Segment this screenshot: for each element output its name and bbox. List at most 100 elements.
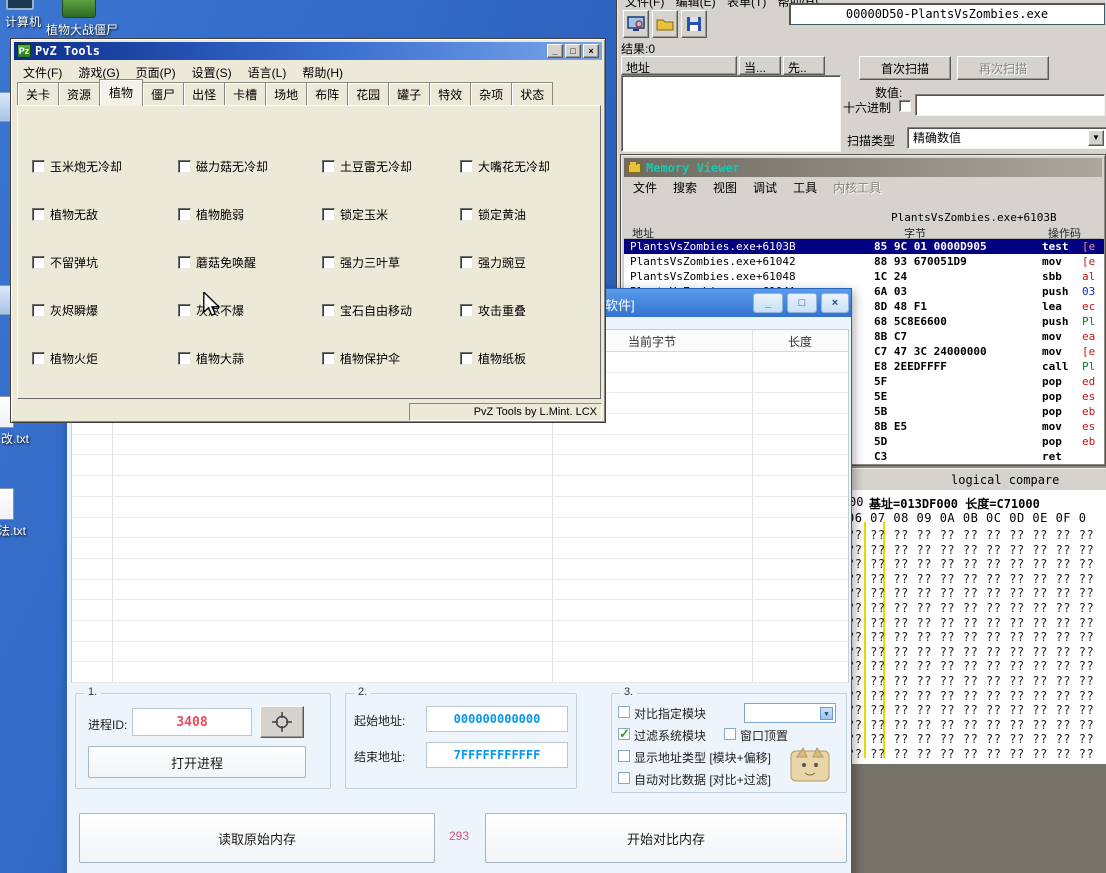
pvz-tab[interactable]: 特效 — [429, 82, 471, 106]
pid-value[interactable]: 3408 — [132, 708, 252, 736]
pvz-titlebar[interactable]: Pz PvZ Tools _ □ × — [14, 42, 602, 60]
computer-icon[interactable] — [6, 0, 34, 10]
checkbox[interactable] — [32, 160, 45, 173]
chevron-down-icon[interactable]: ▼ — [1088, 130, 1104, 146]
save-button[interactable] — [681, 10, 707, 38]
col-length[interactable]: 长度 — [752, 333, 848, 350]
mv-menu-item[interactable]: 工具 — [785, 177, 825, 198]
pvz-option[interactable]: 植物保护伞 — [322, 350, 460, 367]
hex-row[interactable]: ?? ?? ?? ?? ?? ?? ?? ?? ?? ?? ?? — [847, 674, 1094, 689]
filter-system-checkbox[interactable]: ✓ — [618, 728, 630, 740]
scan-type-combo[interactable]: 精确数值 ▼ — [907, 127, 1106, 149]
pvz-option[interactable]: 灰烬不爆 — [178, 302, 322, 319]
hex-row[interactable]: ?? ?? ?? ?? ?? ?? ?? ?? ?? ?? ?? — [847, 616, 1094, 631]
pvz-tab[interactable]: 布阵 — [306, 82, 348, 106]
pvz-menu-item[interactable]: 设置(S) — [184, 62, 240, 83]
maximize-button[interactable]: □ — [565, 44, 581, 58]
pvz-option[interactable]: 大嘴花无冷却 — [460, 158, 596, 175]
next-scan-button[interactable]: 再次扫描 — [957, 56, 1049, 80]
compare-module-checkbox[interactable] — [618, 706, 630, 718]
hex-row[interactable]: ?? ?? ?? ?? ?? ?? ?? ?? ?? ?? ?? — [847, 659, 1094, 674]
checkbox[interactable] — [178, 304, 191, 317]
pvz-tab[interactable]: 出怪 — [183, 82, 225, 106]
checkbox[interactable] — [32, 256, 45, 269]
read-memory-button[interactable]: 读取原始内存 — [79, 813, 435, 863]
pvz-tab[interactable]: 场地 — [265, 82, 307, 106]
chevron-down-icon[interactable]: ▼ — [820, 707, 833, 720]
desktop-icon-label[interactable]: 改.txt — [0, 430, 36, 447]
pvz-option[interactable]: 锁定黄油 — [460, 206, 596, 223]
checkbox[interactable] — [322, 352, 335, 365]
pvz-tab[interactable]: 僵尸 — [142, 82, 184, 106]
desktop-icon-label[interactable]: 法.txt — [0, 522, 32, 539]
pvz-option[interactable]: 蘑菇免唤醒 — [178, 254, 322, 271]
hex-row[interactable]: ?? ?? ?? ?? ?? ?? ?? ?? ?? ?? ?? — [847, 543, 1094, 558]
checkbox[interactable] — [178, 160, 191, 173]
table-row[interactable] — [72, 580, 848, 601]
hex-row[interactable]: ?? ?? ?? ?? ?? ?? ?? ?? ?? ?? ?? — [847, 747, 1094, 762]
text-file-icon[interactable] — [0, 488, 14, 520]
pvz-option[interactable]: 锁定玉米 — [322, 206, 460, 223]
hex-row[interactable]: ?? ?? ?? ?? ?? ?? ?? ?? ?? ?? ?? — [847, 732, 1094, 747]
mv-menu-item[interactable]: 视图 — [705, 177, 745, 198]
pvz-tab[interactable]: 资源 — [58, 82, 100, 106]
address-type-checkbox[interactable] — [618, 750, 630, 762]
hex-row[interactable]: ?? ?? ?? ?? ?? ?? ?? ?? ?? ?? ?? — [847, 689, 1094, 704]
column-header-current[interactable]: 当... — [739, 56, 781, 75]
value-input[interactable] — [915, 94, 1105, 116]
checkbox[interactable] — [322, 160, 335, 173]
hex-row[interactable]: ?? ?? ?? ?? ?? ?? ?? ?? ?? ?? ?? — [847, 601, 1094, 616]
pvz-option[interactable]: 强力豌豆 — [460, 254, 596, 271]
checkbox[interactable] — [178, 352, 191, 365]
close-button[interactable]: × — [583, 44, 599, 58]
minimize-button[interactable]: _ — [753, 293, 783, 313]
start-address-value[interactable]: 000000000000 — [426, 706, 568, 732]
pvz-option[interactable]: 磁力菇无冷却 — [178, 158, 322, 175]
table-row[interactable] — [72, 455, 848, 476]
column-header-address[interactable]: 地址 — [621, 56, 737, 75]
checkbox[interactable] — [32, 208, 45, 221]
disasm-row[interactable]: PlantsVsZombies.exe+6103B85 9C 01 0000D9… — [624, 239, 1104, 254]
end-address-value[interactable]: 7FFFFFFFFFFF — [426, 742, 568, 768]
pvz-tab[interactable]: 罐子 — [388, 82, 430, 106]
pvz-tab[interactable]: 状态 — [511, 82, 553, 106]
start-compare-button[interactable]: 开始对比内存 — [485, 813, 847, 863]
open-file-button[interactable] — [652, 10, 678, 38]
checkbox[interactable] — [322, 208, 335, 221]
topmost-checkbox[interactable] — [724, 728, 736, 740]
checkbox[interactable] — [178, 208, 191, 221]
desktop-icon-label[interactable]: 计算机 — [0, 13, 46, 30]
close-button[interactable]: × — [821, 293, 849, 313]
first-scan-button[interactable]: 首次扫描 — [859, 56, 951, 80]
hex-row[interactable]: ?? ?? ?? ?? ?? ?? ?? ?? ?? ?? ?? — [847, 528, 1094, 543]
maximize-button[interactable]: □ — [787, 293, 817, 313]
checkbox[interactable] — [322, 256, 335, 269]
disasm-row[interactable]: PlantsVsZombies.exe+6104288 93 670051D9m… — [624, 254, 1104, 269]
checkbox[interactable] — [460, 256, 473, 269]
pvz-option[interactable]: 强力三叶草 — [322, 254, 460, 271]
checkbox[interactable] — [322, 304, 335, 317]
table-row[interactable] — [72, 642, 848, 663]
hex-row[interactable]: ?? ?? ?? ?? ?? ?? ?? ?? ?? ?? ?? — [847, 586, 1094, 601]
hex-row[interactable]: ?? ?? ?? ?? ?? ?? ?? ?? ?? ?? ?? — [847, 557, 1094, 572]
checkbox[interactable] — [178, 256, 191, 269]
table-row[interactable] — [72, 600, 848, 621]
pvz-menu-item[interactable]: 帮助(H) — [294, 62, 351, 83]
table-row[interactable] — [72, 559, 848, 580]
pvz-option[interactable]: 玉米炮无冷却 — [32, 158, 178, 175]
pvz-option[interactable]: 灰烬瞬爆 — [32, 302, 178, 319]
pvz-option[interactable]: 宝石自由移动 — [322, 302, 460, 319]
pvz-option[interactable]: 植物大蒜 — [178, 350, 322, 367]
hex-rows[interactable]: ?? ?? ?? ?? ?? ?? ?? ?? ?? ?? ???? ?? ??… — [847, 528, 1094, 762]
scan-results-list[interactable] — [621, 75, 841, 152]
select-process-button[interactable] — [623, 10, 649, 38]
mv-menu-item[interactable]: 调试 — [745, 177, 785, 198]
pvz-option[interactable]: 植物无敌 — [32, 206, 178, 223]
pvz-option[interactable]: 植物脆弱 — [178, 206, 322, 223]
column-header-previous[interactable]: 先.. — [783, 56, 825, 75]
hex-checkbox[interactable] — [899, 100, 911, 112]
table-row[interactable] — [72, 662, 848, 683]
open-process-button[interactable]: 打开进程 — [88, 746, 306, 778]
pvz-tab[interactable]: 关卡 — [17, 82, 59, 106]
checkbox[interactable] — [32, 304, 45, 317]
